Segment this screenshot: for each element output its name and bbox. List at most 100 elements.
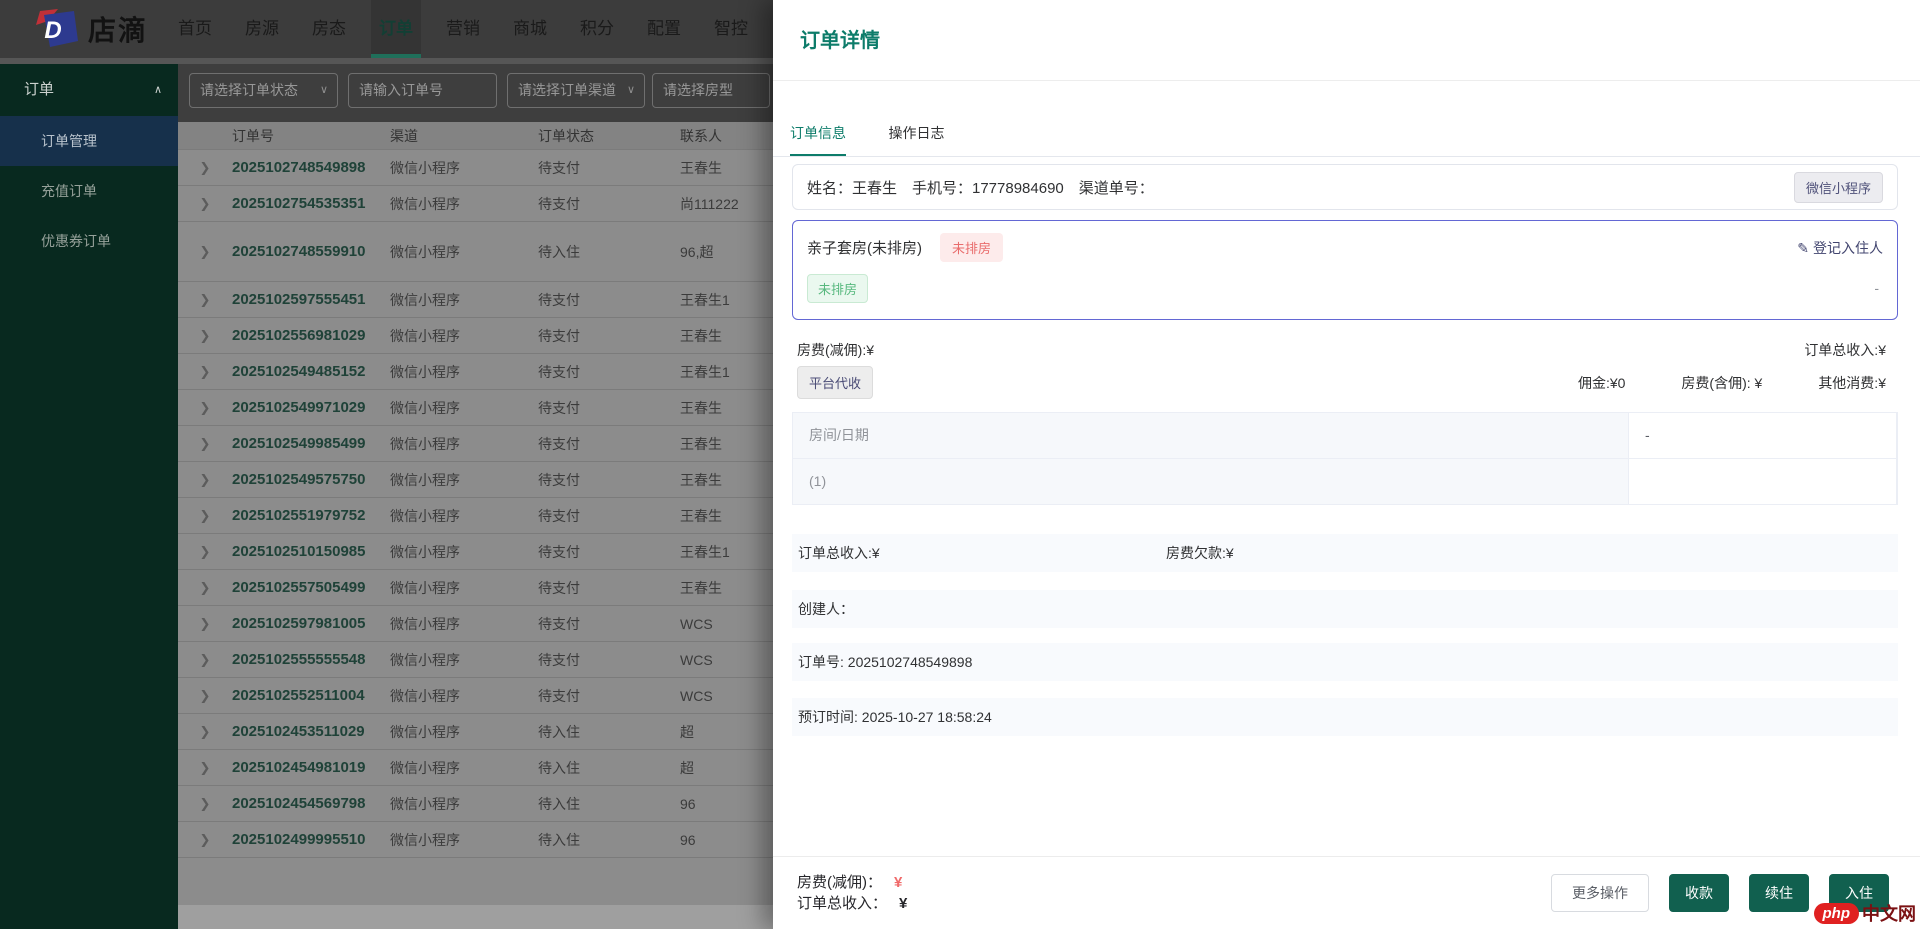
guest-info-box: 姓名：王春生 手机号：17778984690 渠道单号： 微信小程序 [792,164,1898,210]
channel-cell: 微信小程序 [390,650,538,670]
chevron-right-icon[interactable]: ❯ [178,436,232,452]
table-row[interactable]: ❯2025102549485152微信小程序待支付王春生1 [178,354,773,390]
footer-room-fee-value: ¥ [894,874,902,891]
table-row[interactable]: ❯2025102549971029微信小程序待支付王春生 [178,390,773,426]
nav-item-房态[interactable]: 房态 [304,0,354,58]
extend-stay-button[interactable]: 续住 [1749,874,1809,912]
chevron-right-icon[interactable]: ❯ [178,580,232,596]
chevron-right-icon[interactable]: ❯ [178,796,232,812]
table-row[interactable]: ❯2025102551979752微信小程序待支付王春生 [178,498,773,534]
table-row[interactable]: ❯2025102454981019微信小程序待入住超 [178,750,773,786]
table-row[interactable]: ❯2025102748559910微信小程序待入住96,超 [178,222,773,282]
channel-cell: 微信小程序 [390,722,538,742]
chevron-right-icon[interactable]: ❯ [178,364,232,380]
status-cell: 待支付 [538,194,680,214]
table-row[interactable]: ❯2025102748549898微信小程序待支付王春生 [178,150,773,186]
footer-room-fee: 房费(减佣)：¥ [797,872,907,893]
order-channel-placeholder: 请选择订单渠道 [518,82,616,98]
unassigned-green-tag[interactable]: 未排房 [807,274,868,303]
status-cell: 待入住 [538,242,680,262]
chevron-right-icon[interactable]: ❯ [178,400,232,416]
order-details-drawer: 订单详情 订单信息 操作日志 姓名：王春生 手机号：17778984690 渠道… [773,0,1920,929]
table-row[interactable]: ❯2025102549985499微信小程序待支付王春生 [178,426,773,462]
contact-cell: WCS [680,688,773,704]
tab-order-info[interactable]: 订单信息 [790,116,846,156]
order-no-cell: 2025102597981005 [232,615,390,632]
channel-tag[interactable]: 微信小程序 [1794,172,1883,203]
nav-item-房源[interactable]: 房源 [237,0,287,58]
chevron-right-icon[interactable]: ❯ [178,160,232,176]
chevron-right-icon[interactable]: ❯ [178,832,232,848]
table-row[interactable]: ❯2025102557505499微信小程序待支付王春生 [178,570,773,606]
guest-dash: - [1874,280,1883,296]
room-type-placeholder: 请选择房型 [663,82,733,98]
php-logo: php [1814,903,1860,924]
other-consume-label: 其他消费:¥ [1818,373,1886,393]
register-guest-link[interactable]: ✎登记入住人 [1797,238,1883,258]
contact-cell: 王春生1 [680,362,773,382]
chevron-up-icon: ∧ [154,64,162,116]
chevron-right-icon[interactable]: ❯ [178,508,232,524]
collect-payment-button[interactable]: 收款 [1669,874,1729,912]
chevron-right-icon[interactable]: ❯ [178,724,232,740]
contact-cell: 王春生 [680,578,773,598]
table-row[interactable]: ❯2025102552511004微信小程序待支付WCS [178,678,773,714]
chevron-right-icon[interactable]: ❯ [178,544,232,560]
chevron-down-icon: ∨ [320,74,328,107]
nav-item-积分[interactable]: 积分 [572,0,622,58]
chevron-right-icon[interactable]: ❯ [178,760,232,776]
chevron-right-icon[interactable]: ❯ [178,244,232,260]
sidebar-item-订单管理[interactable]: 订单管理 [0,116,178,166]
nav-item-首页[interactable]: 首页 [170,0,220,58]
room-row-value [1629,459,1897,505]
order-no-cell: 2025102557505499 [232,579,390,596]
nav-item-商城[interactable]: 商城 [505,0,555,58]
channel-cell: 微信小程序 [390,542,538,562]
channel-cell: 微信小程序 [390,290,538,310]
nav-item-智控[interactable]: 智控 [706,0,756,58]
tab-operation-log[interactable]: 操作日志 [888,116,944,156]
table-row[interactable]: ❯2025102556981029微信小程序待支付王春生 [178,318,773,354]
room-type-select[interactable]: 请选择房型 [652,73,770,108]
pagination-bar[interactable] [178,905,773,929]
order-no-input[interactable]: 请输入订单号 [348,73,497,108]
contact-cell: 王春生 [680,398,773,418]
channel-cell: 微信小程序 [390,506,538,526]
order-status-select[interactable]: 请选择订单状态 ∨ [189,73,338,108]
contact-cell: 王春生1 [680,542,773,562]
platform-collect-tag[interactable]: 平台代收 [797,366,873,399]
table-row[interactable]: ❯2025102555555548微信小程序待支付WCS [178,642,773,678]
sidebar-section-orders[interactable]: 订单 ∧ [0,64,178,116]
chevron-right-icon[interactable]: ❯ [178,688,232,704]
chevron-right-icon[interactable]: ❯ [178,616,232,632]
nav-item-订单[interactable]: 订单 [371,0,421,58]
room-fee-incl-label: 房费(含佣): ¥ [1681,373,1762,393]
table-row[interactable]: ❯2025102510150985微信小程序待支付王春生1 [178,534,773,570]
order-no-cell: 2025102555555548 [232,651,390,668]
chevron-right-icon[interactable]: ❯ [178,652,232,668]
fee-row-2: 平台代收 佣金:¥0 房费(含佣): ¥ 其他消费:¥ [792,366,1898,399]
table-row[interactable]: ❯2025102549575750微信小程序待支付王春生 [178,462,773,498]
nav-item-配置[interactable]: 配置 [639,0,689,58]
chevron-right-icon[interactable]: ❯ [178,292,232,308]
room-fee-label: 房费(减佣):¥ [797,340,874,360]
order-channel-select[interactable]: 请选择订单渠道 ∨ [507,73,645,108]
more-actions-button[interactable]: 更多操作 [1551,874,1649,912]
nav-item-营销[interactable]: 营销 [438,0,488,58]
table-row[interactable]: ❯2025102454569798微信小程序待入住96 [178,786,773,822]
table-row[interactable]: ❯2025102453511029微信小程序待入住超 [178,714,773,750]
order-no-cell: 2025102556981029 [232,327,390,344]
watermark-text: 中文网 [1862,900,1916,926]
chevron-right-icon[interactable]: ❯ [178,196,232,212]
table-row[interactable]: ❯2025102499995510微信小程序待入住96 [178,822,773,858]
sidebar-item-充值订单[interactable]: 充值订单 [0,166,178,216]
table-row[interactable]: ❯2025102597981005微信小程序待支付WCS [178,606,773,642]
sidebar-item-优惠券订单[interactable]: 优惠券订单 [0,216,178,266]
chevron-right-icon[interactable]: ❯ [178,472,232,488]
summary-book-time-band: 预订时间: 2025-10-27 18:58:24 [792,698,1898,736]
chevron-right-icon[interactable]: ❯ [178,328,232,344]
table-row[interactable]: ❯2025102597555451微信小程序待支付王春生1 [178,282,773,318]
order-no-cell: 2025102549985499 [232,435,390,452]
order-no-cell: 2025102499995510 [232,831,390,848]
table-row[interactable]: ❯2025102754535351微信小程序待支付尚111222 [178,186,773,222]
